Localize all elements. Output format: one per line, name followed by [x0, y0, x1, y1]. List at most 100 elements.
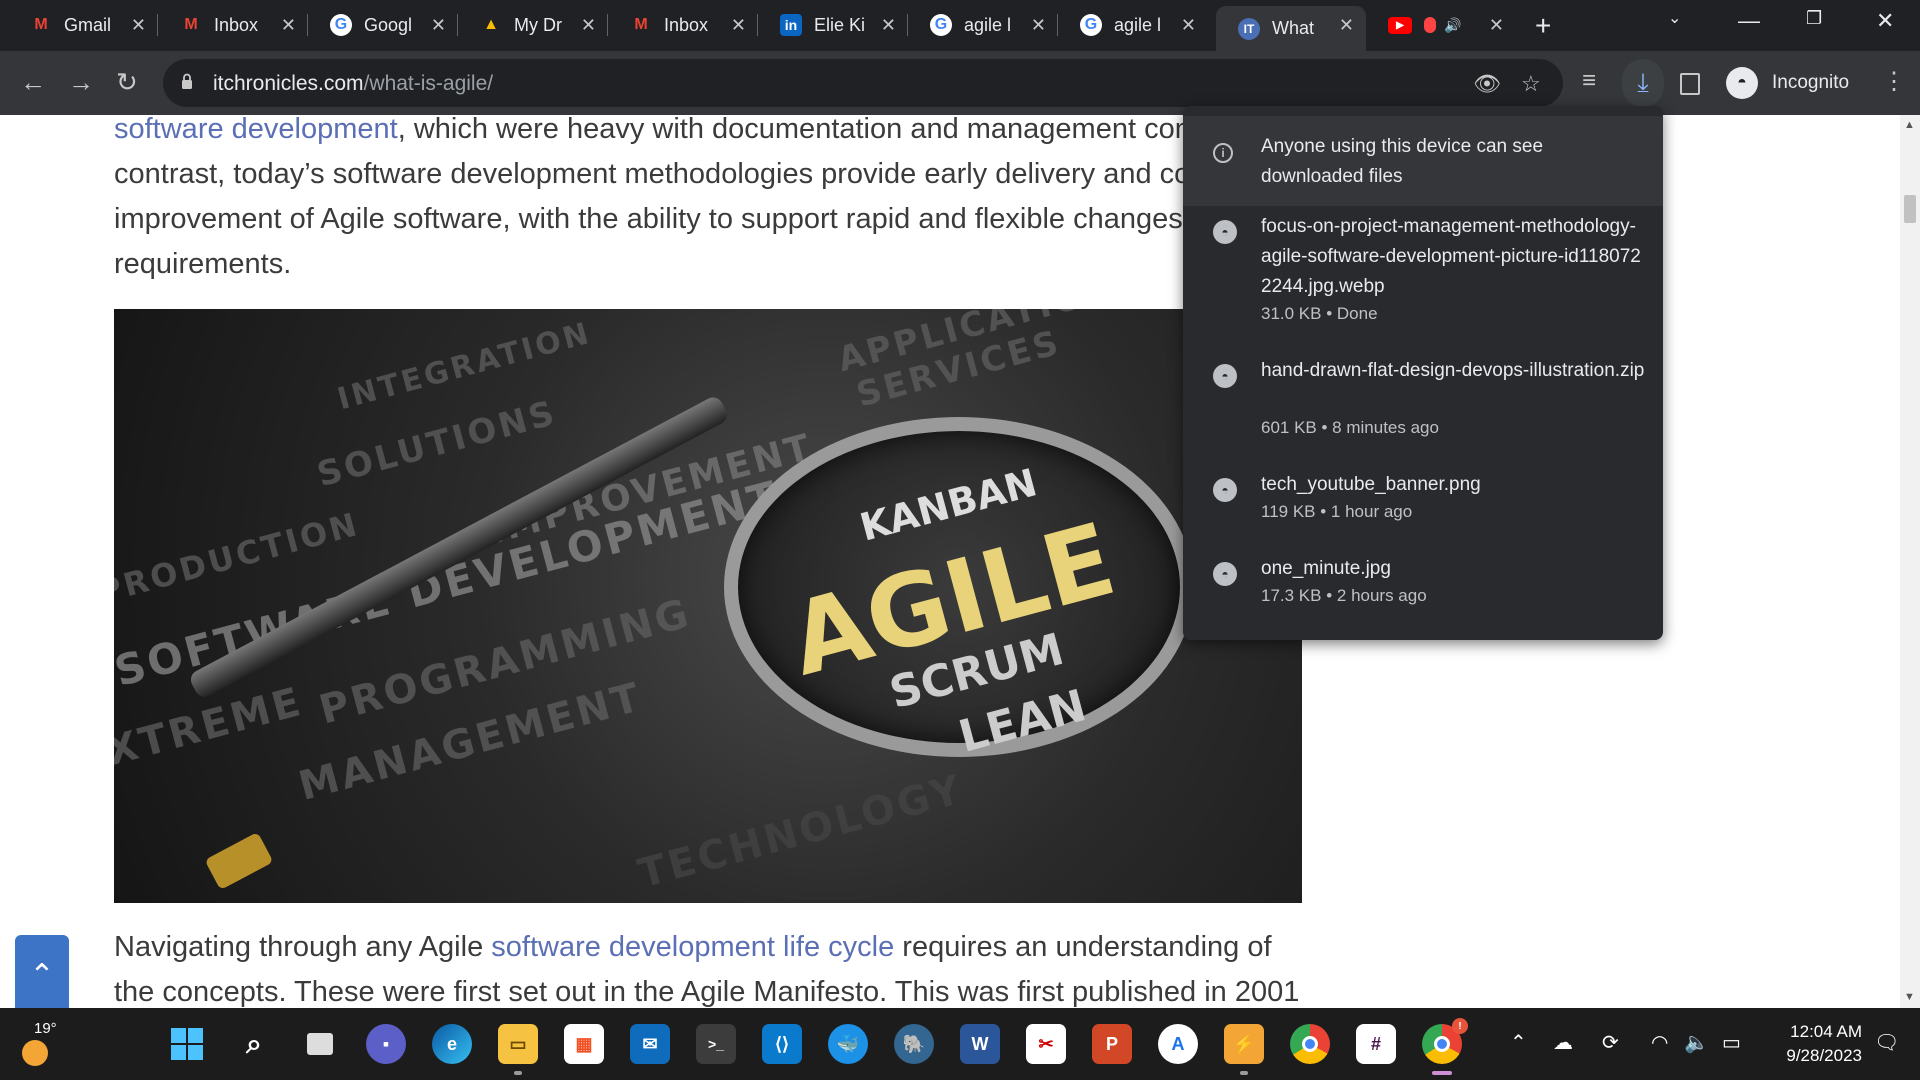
download-item[interactable]: ◓ one_minute.jpg 17.3 KB • 2 hours ago: [1183, 554, 1663, 618]
tab-my-drive[interactable]: ▲ My Dr ✕: [458, 6, 608, 44]
download-filename[interactable]: tech_youtube_banner.png: [1261, 470, 1646, 500]
chrome-notification-icon[interactable]: !: [1422, 1018, 1468, 1064]
link-software-development[interactable]: software development: [114, 115, 398, 145]
close-tab-icon[interactable]: ✕: [1031, 15, 1046, 36]
running-indicator: [1240, 1071, 1248, 1075]
google-icon: G: [1080, 14, 1102, 36]
tab-agile-1[interactable]: G agile l ✕: [908, 6, 1058, 44]
address-bar[interactable]: itchronicles.com/what-is-agile/ 👁 ☆: [163, 59, 1563, 107]
reload-button[interactable]: ↻: [116, 67, 138, 98]
vscode-icon[interactable]: ⟨⟩: [762, 1024, 802, 1064]
tab-title: agile l: [1114, 14, 1162, 35]
link-sdlc[interactable]: software development life cycle: [491, 931, 894, 963]
word-icon[interactable]: W: [960, 1024, 1000, 1064]
close-tab-icon[interactable]: ✕: [1181, 15, 1196, 36]
scroll-to-top-button[interactable]: ⌃: [15, 935, 69, 1008]
tab-title: agile l: [964, 14, 1012, 35]
app-store-icon[interactable]: A: [1158, 1024, 1198, 1064]
postgres-icon[interactable]: 🐘: [894, 1024, 934, 1064]
tab-strip: M Gmail ✕ M Inbox ✕ G Googl ✕ ▲ My Dr ✕ …: [0, 0, 1920, 51]
close-tab-icon[interactable]: ✕: [581, 15, 596, 36]
lock-icon[interactable]: [181, 73, 193, 89]
download-meta: 17.3 KB • 2 hours ago: [1261, 586, 1427, 605]
tab-title: Elie Ki: [814, 14, 866, 35]
microsoft-store-icon[interactable]: ▦: [564, 1024, 604, 1064]
powerpoint-icon[interactable]: P: [1092, 1024, 1132, 1064]
speaker-icon[interactable]: 🔊: [1444, 17, 1461, 34]
url-text[interactable]: itchronicles.com/what-is-agile/: [213, 72, 493, 96]
slack-icon[interactable]: #: [1356, 1024, 1396, 1064]
info-icon: i: [1213, 143, 1233, 163]
paragraph-line: requirements.: [114, 248, 292, 280]
tab-gmail[interactable]: M Gmail ✕: [8, 6, 158, 44]
battery-icon[interactable]: ▭: [1722, 1030, 1741, 1055]
paragraph-line: Navigating through any Agile software de…: [114, 925, 1314, 970]
folder-sync-icon[interactable]: ⚡: [1224, 1024, 1264, 1064]
close-tab-icon[interactable]: ✕: [731, 15, 746, 36]
notifications-icon[interactable]: 🗨: [1874, 1030, 1899, 1055]
onedrive-cloud-icon[interactable]: ☁: [1553, 1030, 1573, 1055]
show-hidden-icons-chevron-icon[interactable]: ⌃: [1510, 1030, 1527, 1055]
edge-icon[interactable]: e: [432, 1024, 472, 1064]
close-tab-icon[interactable]: ✕: [131, 15, 146, 36]
incognito-file-icon: ◓: [1213, 364, 1237, 388]
close-tab-icon[interactable]: ✕: [281, 15, 296, 36]
tab-linkedin[interactable]: in Elie Ki ✕: [758, 6, 908, 44]
close-window-button[interactable]: ✕: [1876, 8, 1894, 34]
tab-what-is-agile[interactable]: IT What ✕: [1216, 6, 1366, 51]
download-item[interactable]: ◓ focus-on-project-management-methodolog…: [1183, 212, 1663, 332]
wifi-icon[interactable]: ◠: [1651, 1030, 1668, 1055]
close-tab-icon[interactable]: ✕: [1489, 15, 1504, 36]
scroll-down-arrow-icon[interactable]: ▼: [1904, 991, 1915, 1003]
new-tab-button[interactable]: +: [1535, 10, 1551, 42]
close-tab-icon[interactable]: ✕: [881, 15, 896, 36]
side-panel-icon[interactable]: [1680, 73, 1700, 95]
teams-chat-icon[interactable]: ▪: [366, 1024, 406, 1064]
search-icon[interactable]: ⌕: [234, 1024, 274, 1064]
system-clock[interactable]: 12:04 AM 9/28/2023: [1762, 1020, 1862, 1068]
download-filename[interactable]: one_minute.jpg: [1261, 554, 1646, 584]
file-explorer-icon[interactable]: ▭: [498, 1024, 538, 1064]
bookmark-star-icon[interactable]: ☆: [1521, 71, 1541, 97]
downloads-button[interactable]: ⤓: [1622, 59, 1664, 107]
scroll-up-arrow-icon[interactable]: ▲: [1904, 119, 1915, 131]
paragraph-1: software development, which were heavy w…: [114, 115, 1314, 287]
download-item[interactable]: ◓ tech_youtube_banner.png 119 KB • 1 hou…: [1183, 470, 1663, 534]
start-icon[interactable]: [167, 1024, 207, 1064]
incognito-profile-button[interactable]: ◓ Incognito: [1722, 60, 1862, 106]
tab-youtube[interactable]: ▶ 🔊 ✕: [1366, 6, 1516, 44]
close-tab-icon[interactable]: ✕: [1339, 15, 1354, 36]
tab-search-icon[interactable]: ⌄: [1668, 8, 1681, 28]
mail-icon[interactable]: ✉: [630, 1024, 670, 1064]
task-view-icon[interactable]: [300, 1024, 340, 1064]
incognito-label: Incognito: [1772, 72, 1850, 93]
restore-button[interactable]: ❐: [1806, 8, 1822, 29]
tab-google[interactable]: G Googl ✕: [308, 6, 458, 44]
menu-kebab-icon[interactable]: ⋮: [1882, 67, 1906, 96]
reading-list-icon[interactable]: ≡: [1582, 67, 1596, 95]
magnifier-lens: KANBAN AGILE SCRUM LEAN: [724, 417, 1194, 763]
terminal-icon[interactable]: >_: [696, 1024, 736, 1064]
running-indicator: [514, 1071, 522, 1075]
chrome-icon[interactable]: [1290, 1024, 1330, 1064]
back-button[interactable]: ←: [20, 67, 46, 98]
forward-button[interactable]: →: [68, 67, 94, 98]
page-scrollbar[interactable]: ▲ ▼: [1900, 115, 1920, 1008]
docker-icon[interactable]: 🐳: [828, 1024, 868, 1064]
minimize-button[interactable]: —: [1738, 8, 1760, 34]
tab-inbox-1[interactable]: M Inbox ✕: [158, 6, 308, 44]
scrollbar-thumb[interactable]: [1904, 195, 1916, 223]
weather-widget[interactable]: 19°: [14, 1020, 64, 1070]
downloads-bubble: i Anyone using this device can see downl…: [1183, 106, 1663, 640]
snipping-tool-icon[interactable]: ✂: [1026, 1024, 1066, 1064]
download-filename[interactable]: focus-on-project-management-methodology-…: [1261, 212, 1646, 302]
tab-inbox-2[interactable]: M Inbox ✕: [608, 6, 758, 44]
download-filename[interactable]: hand-drawn-flat-design-devops-illustrati…: [1261, 356, 1646, 386]
download-meta: 601 KB • 8 minutes ago: [1261, 418, 1439, 437]
close-tab-icon[interactable]: ✕: [431, 15, 446, 36]
download-item[interactable]: ◓ hand-drawn-flat-design-devops-illustra…: [1183, 356, 1663, 446]
eye-off-icon[interactable]: 👁: [1473, 71, 1501, 97]
sync-icon[interactable]: ⟳: [1602, 1030, 1619, 1055]
tab-agile-2[interactable]: G agile l ✕: [1058, 6, 1208, 44]
volume-icon[interactable]: 🔈: [1684, 1030, 1709, 1055]
